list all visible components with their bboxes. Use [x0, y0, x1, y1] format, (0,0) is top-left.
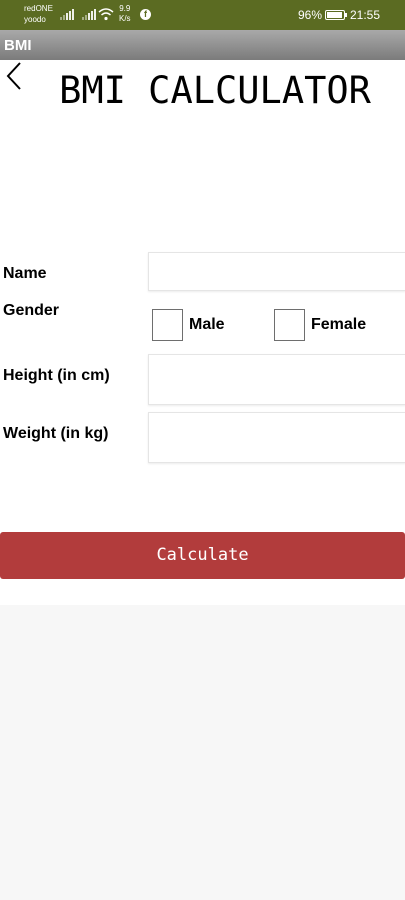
app-bar: BMI	[0, 30, 405, 60]
male-label[interactable]: Male	[189, 316, 225, 334]
male-checkbox[interactable]	[152, 309, 183, 341]
battery-fill	[327, 12, 343, 18]
name-field[interactable]	[148, 252, 405, 291]
status-bar: redONE yoodo 9.9 K/s f 96% 21:55	[0, 0, 405, 30]
carrier-subname: yoodo	[24, 15, 46, 24]
name-label: Name	[3, 265, 47, 282]
carrier-name: redONE	[24, 4, 53, 13]
female-checkbox[interactable]	[274, 309, 305, 341]
page-title: BMI CALCULATOR	[59, 69, 371, 112]
speed-unit: K/s	[119, 14, 131, 23]
battery-icon	[325, 10, 347, 20]
weight-field[interactable]	[148, 412, 405, 463]
signal-icon	[60, 9, 74, 20]
weight-input[interactable]	[149, 413, 405, 462]
name-input[interactable]	[149, 253, 405, 290]
carrier-info: redONE yoodo	[24, 3, 53, 25]
wifi-icon	[98, 8, 114, 21]
gender-label: Gender	[3, 302, 60, 319]
battery-percent: 96%	[298, 8, 323, 22]
height-label: Height (in cm)	[3, 367, 110, 384]
facebook-icon: f	[140, 9, 151, 20]
clock: 21:55	[350, 8, 381, 22]
height-input[interactable]	[149, 355, 405, 404]
height-field[interactable]	[148, 354, 405, 405]
app-bar-title: BMI	[4, 37, 32, 54]
female-label[interactable]: Female	[311, 316, 366, 334]
signal-icon	[82, 9, 96, 20]
network-speed: 9.9 K/s	[119, 4, 131, 24]
calculate-button[interactable]: Calculate	[0, 532, 405, 579]
weight-label: Weight (in kg)	[3, 425, 109, 442]
speed-value: 9.9	[119, 4, 131, 13]
